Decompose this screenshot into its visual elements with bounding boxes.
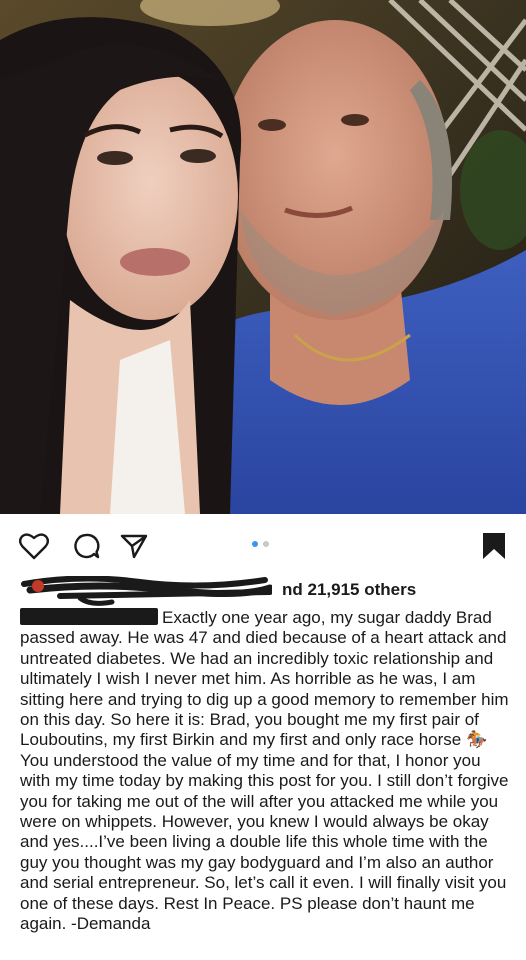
comment-bubble-icon[interactable] xyxy=(68,528,104,564)
carousel-dot-active xyxy=(252,541,258,547)
username-redacted[interactable] xyxy=(20,608,158,625)
likes-count[interactable]: nd 21,915 others xyxy=(282,578,416,602)
photo-couple xyxy=(0,0,526,514)
paper-plane-icon[interactable] xyxy=(116,528,152,564)
heart-outline-icon[interactable] xyxy=(16,528,52,564)
caption-text: Exactly one year ago, my sugar daddy Bra… xyxy=(20,608,509,934)
carousel-dot xyxy=(263,541,269,547)
post-photo[interactable] xyxy=(0,0,526,514)
bookmark-icon[interactable] xyxy=(476,528,512,564)
carousel-indicator xyxy=(252,541,269,547)
redaction-scribble xyxy=(21,576,272,606)
post-caption: Exactly one year ago, my sugar daddy Bra… xyxy=(20,608,512,935)
likes-line[interactable]: nd 21,915 others xyxy=(20,576,510,606)
